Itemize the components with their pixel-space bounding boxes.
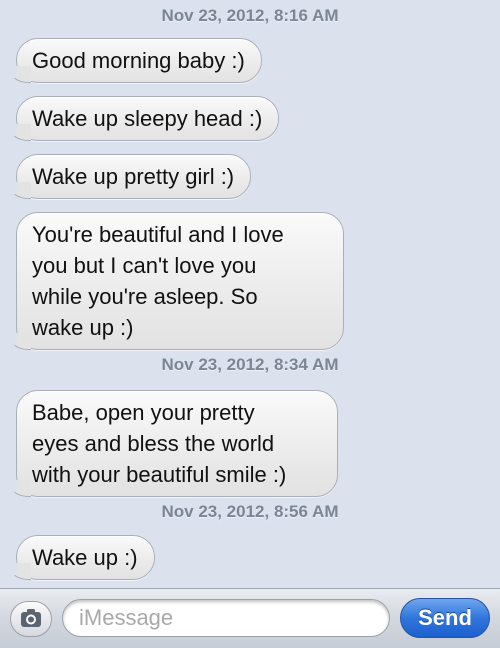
camera-button[interactable] — [10, 601, 52, 637]
message-bubble[interactable]: You're beautiful and I love you but I ca… — [0, 212, 344, 351]
send-button[interactable]: Send — [400, 598, 490, 638]
message-thread[interactable]: Nov 23, 2012, 8:16 AM Good morning baby … — [0, 0, 500, 588]
message-bubble[interactable]: Wake up pretty girl :) — [0, 154, 252, 200]
message-bubble[interactable]: Babe, open your pretty eyes and bless th… — [0, 390, 338, 498]
message-composer-bar: iMessage Send — [0, 588, 500, 648]
message-input[interactable]: iMessage — [62, 599, 390, 637]
message-bubble[interactable]: Wake up :) — [0, 535, 155, 581]
message-bubble[interactable]: Wake up sleepy head :) — [0, 96, 280, 142]
timestamp: Nov 23, 2012, 8:34 AM — [161, 355, 339, 374]
camera-icon — [21, 609, 41, 627]
timestamp: Nov 23, 2012, 8:16 AM — [161, 6, 339, 25]
timestamp: Nov 23, 2012, 8:56 AM — [161, 502, 339, 521]
message-bubble[interactable]: Good morning baby :) — [0, 38, 262, 84]
